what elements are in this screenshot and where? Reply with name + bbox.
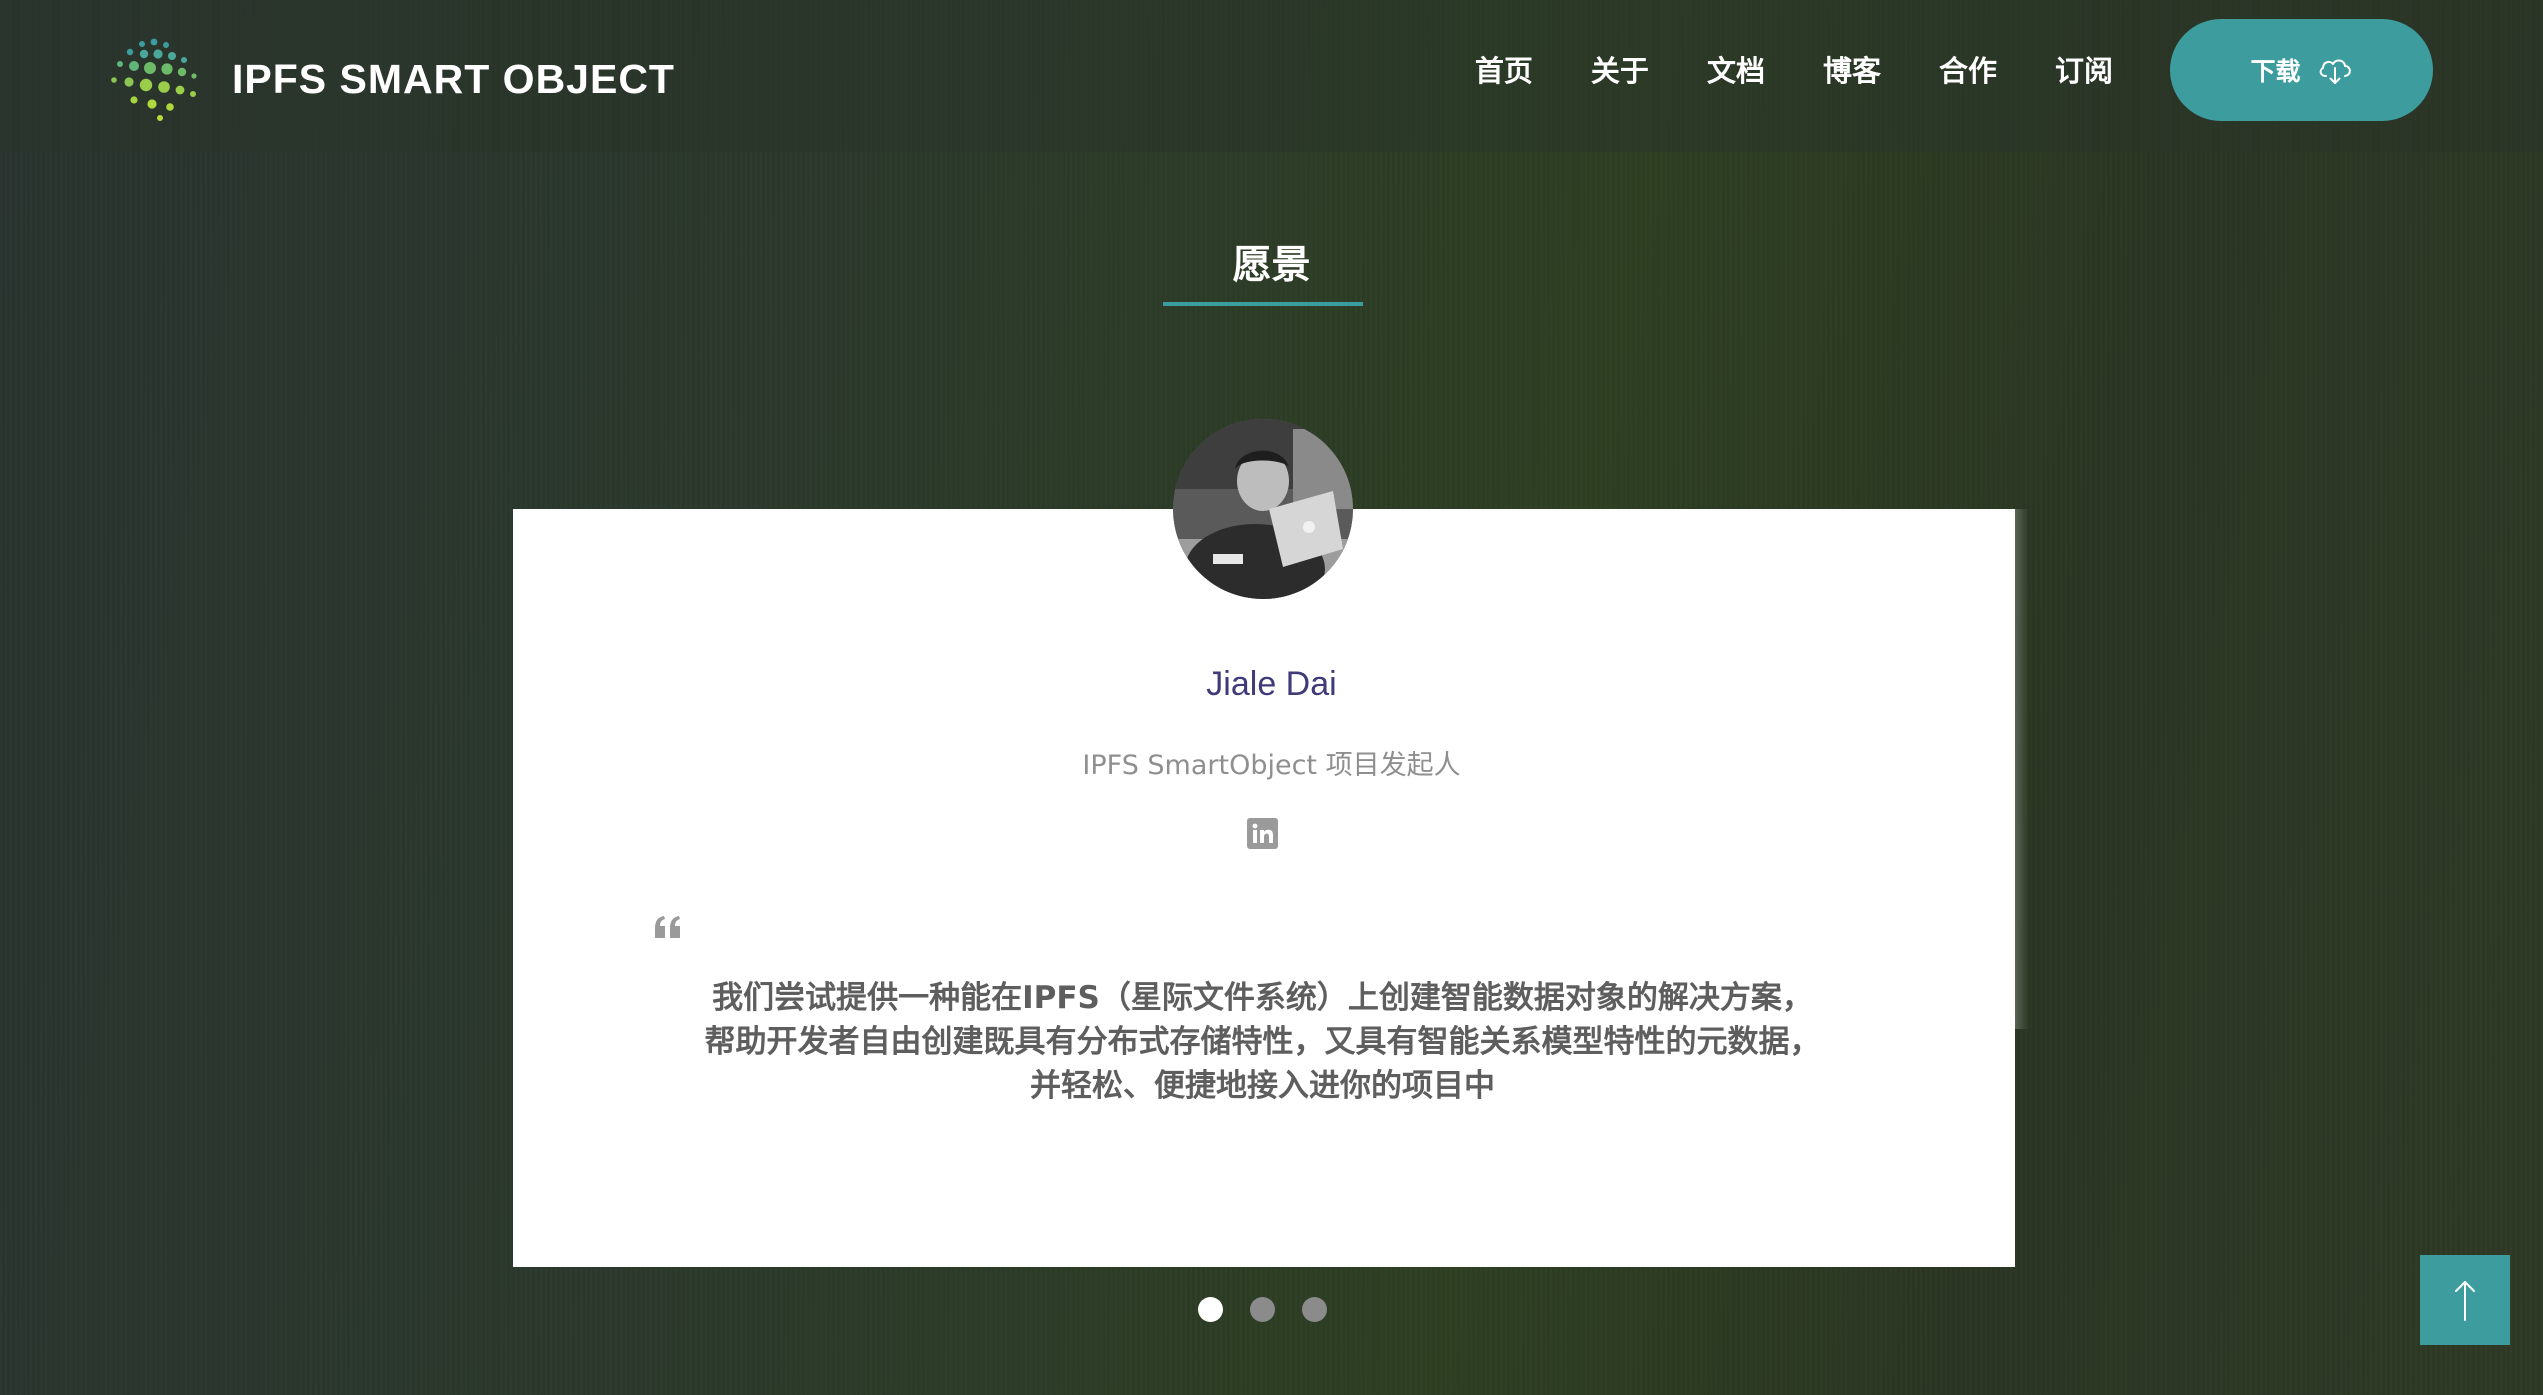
section-title: 愿景 <box>1232 243 1311 288</box>
nav-item-blog[interactable]: 博客 <box>1823 48 1881 90</box>
person-role: IPFS SmartObject 项目发起人 <box>1082 750 1461 781</box>
brand-name: IPFS SMART OBJECT <box>232 55 675 102</box>
carousel-dot-1[interactable] <box>1198 1296 1223 1322</box>
linkedin-icon[interactable] <box>1247 818 1278 849</box>
carousel-pager <box>1198 1296 1354 1322</box>
quote-line: 并轻松、便捷地接入进你的项目中 <box>1030 1068 1495 1104</box>
main-nav: 首页 关于 文档 博客 合作 订阅 <box>1417 44 2113 94</box>
section-title-underline <box>1163 302 1363 306</box>
download-button[interactable]: 下载 <box>2170 19 2433 121</box>
person-name: Jiale Dai <box>1206 665 1337 703</box>
site-header: IPFS SMART OBJECT 首页 关于 文档 博客 合作 订阅 下载 <box>0 0 2543 152</box>
carousel-dot-2[interactable] <box>1250 1296 1275 1322</box>
arrow-up-icon <box>2455 1281 2475 1321</box>
nav-item-subscribe[interactable]: 订阅 <box>2055 48 2113 90</box>
quote-line: 帮助开发者自由创建既具有分布式存储特性，又具有智能关系模型特性的元数据， <box>704 1024 1821 1060</box>
quote-line: 我们尝试提供一种能在IPFS（星际文件系统）上创建智能数据对象的解决方案， <box>712 980 1813 1016</box>
testimonial-card <box>513 509 2015 1267</box>
avatar-photo <box>1173 419 1353 599</box>
quote-icon <box>655 916 680 938</box>
download-label: 下载 <box>2250 57 2301 86</box>
avatar <box>1173 419 1353 599</box>
quote-text: 我们尝试提供一种能在IPFS（星际文件系统）上创建智能数据对象的解决方案， 帮助… <box>600 976 1925 1108</box>
nav-item-home[interactable]: 首页 <box>1475 48 1533 90</box>
carousel-dot-3[interactable] <box>1302 1296 1327 1322</box>
cloud-download-icon <box>2319 59 2351 84</box>
nav-item-partners[interactable]: 合作 <box>1939 48 1997 90</box>
nav-item-about[interactable]: 关于 <box>1591 48 1649 90</box>
brand[interactable]: IPFS SMART OBJECT <box>104 34 675 124</box>
back-to-top-button[interactable] <box>2420 1255 2510 1345</box>
nav-item-docs[interactable]: 文档 <box>1707 48 1765 90</box>
dotted-globe-logo <box>111 38 197 121</box>
